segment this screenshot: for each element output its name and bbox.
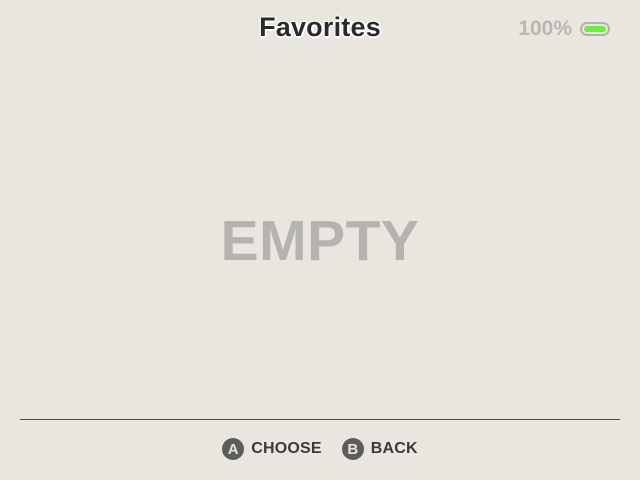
battery-percent: 100% [518,17,572,40]
choose-hint[interactable]: A CHOOSE [222,438,322,460]
choose-label: CHOOSE [251,440,322,457]
back-hint[interactable]: B BACK [341,438,418,460]
empty-state-label: EMPTY [220,209,420,273]
battery-level-fill [584,26,606,32]
footer-divider [20,419,620,420]
b-button-icon: B [341,438,364,460]
back-label: BACK [370,440,418,457]
a-button-icon: A [222,438,245,460]
battery-icon [580,22,610,36]
status-bar: 100% [518,17,610,41]
favorites-screen: Favorites 100% EMPTY A CHOOSE B BACK [0,0,640,480]
button-hints-bar: A CHOOSE B BACK [0,438,640,460]
